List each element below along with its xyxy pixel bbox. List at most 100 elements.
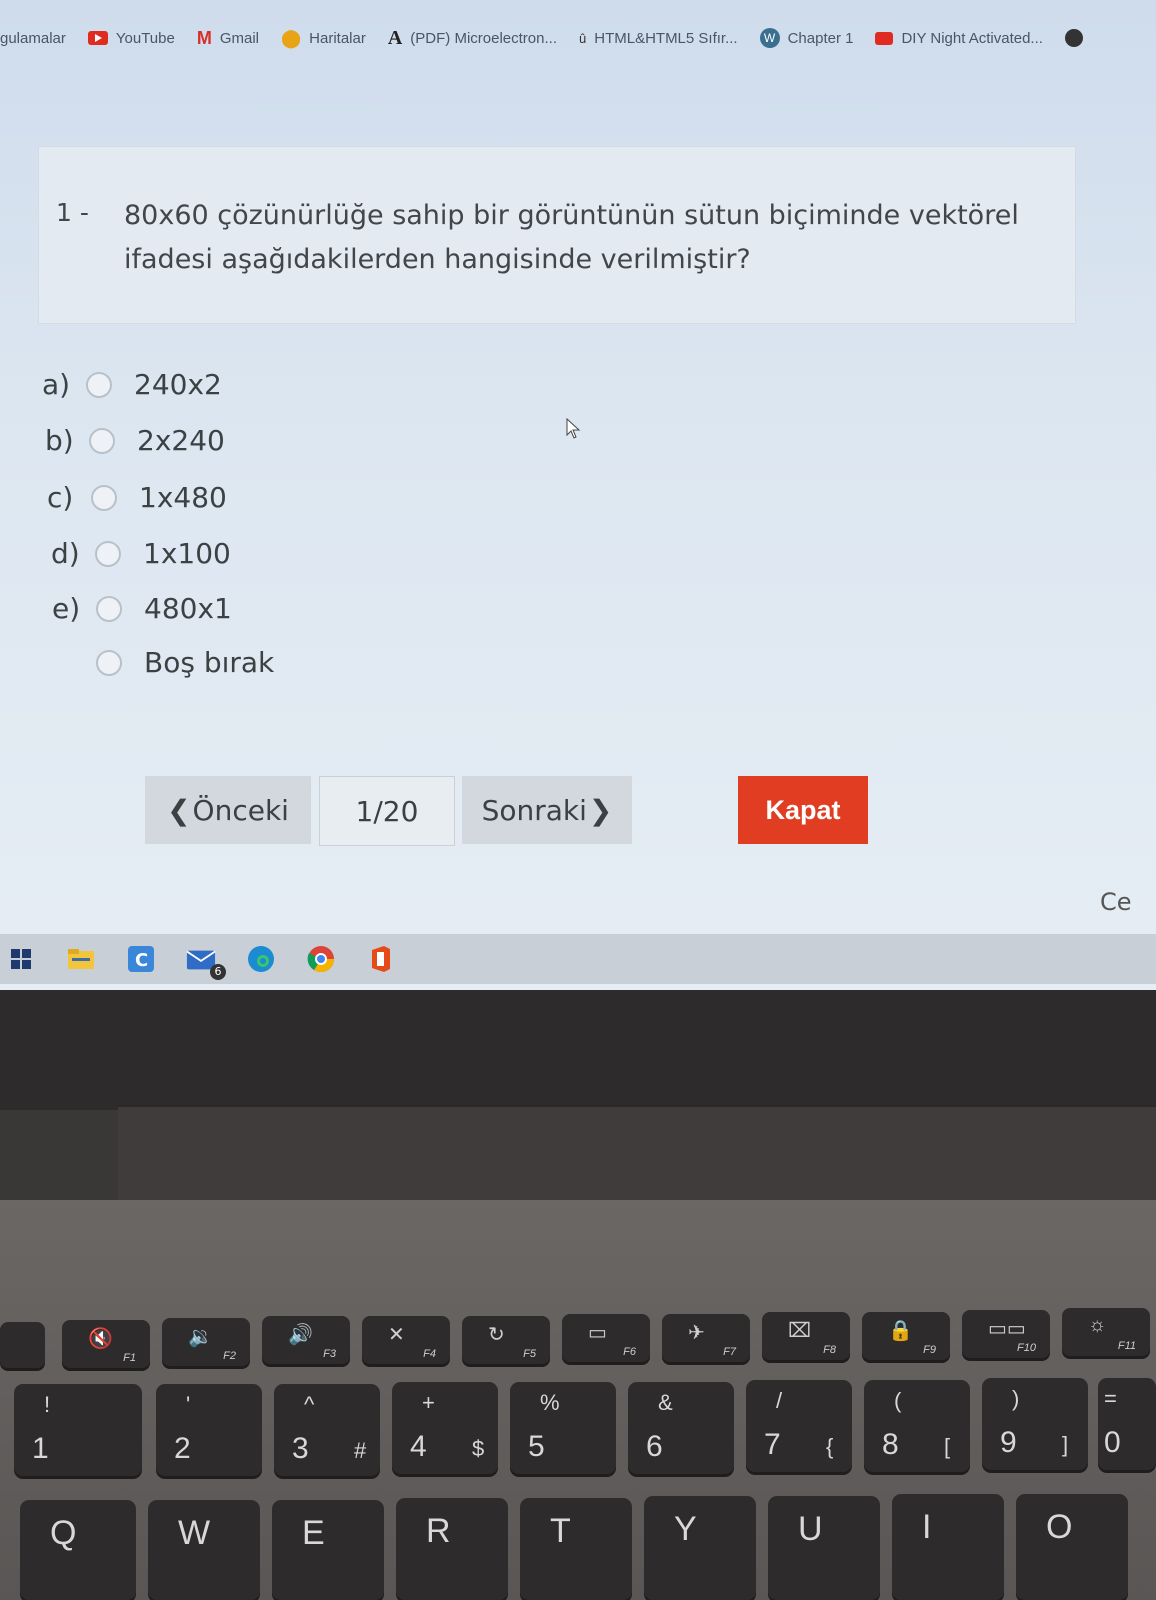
option-b[interactable]: b) 2x240 [45, 424, 225, 457]
key-9: ) 9 ] [982, 1378, 1088, 1470]
key-esc [0, 1322, 45, 1368]
previous-button[interactable]: ❮ Önceki [145, 776, 311, 844]
office-icon[interactable] [366, 944, 396, 974]
option-text: 2x240 [137, 424, 225, 457]
option-text: 1x480 [139, 481, 227, 514]
maps-pin-icon: ⬤ [281, 27, 302, 48]
gmail-icon: M [196, 27, 212, 48]
edge-icon[interactable] [246, 944, 276, 974]
option-text: 480x1 [144, 592, 232, 625]
radio-button[interactable] [86, 371, 112, 398]
option-letter: e) [52, 592, 81, 625]
option-e[interactable]: e) 480x1 [52, 592, 232, 625]
page-indicator: 1/20 [319, 776, 455, 846]
key-w: W [148, 1500, 260, 1600]
key-i: I [892, 1494, 1004, 1600]
key-f11: ☼ F11 [1062, 1308, 1150, 1356]
volume-down-icon: 🔉 [188, 1326, 213, 1348]
close-button[interactable]: Kapat [738, 776, 868, 844]
wordpress-icon: W [759, 28, 780, 48]
question-text: 80x60 çözünürlüğe sahip bir görüntünün s… [124, 200, 1019, 275]
key-u: U [768, 1496, 880, 1600]
key-r: R [396, 1498, 508, 1600]
radio-button[interactable] [96, 595, 122, 622]
bookmark-label: HTML&HTML5 Sıfır... [594, 29, 738, 47]
bookmark-label: DIY Night Activated... [901, 29, 1043, 47]
option-d[interactable]: d) 1x100 [51, 537, 231, 570]
option-leave-blank[interactable]: Boş bırak [52, 646, 274, 679]
file-explorer-icon[interactable] [66, 944, 96, 974]
bookmark-maps[interactable]: ⬤ Haritalar [281, 28, 366, 49]
key-1: ! 1 [14, 1384, 142, 1476]
volume-up-icon: 🔊 [288, 1324, 313, 1346]
key-8: ( 8 [ [864, 1380, 970, 1472]
bookmark-pdf-microelectron[interactable]: A (PDF) Microelectron... [388, 27, 557, 50]
laptop-hinge [118, 1105, 1156, 1207]
screen-bezel [0, 990, 1156, 1110]
radio-button[interactable] [96, 649, 122, 676]
option-letter: d) [51, 537, 80, 570]
bookmark-html5[interactable]: û HTML&HTML5 Sıfır... [579, 30, 738, 47]
bookmark-label: Chapter 1 [787, 29, 854, 47]
globe-icon[interactable] [1064, 29, 1083, 47]
key-2: ' 2 [156, 1384, 262, 1476]
key-f2: 🔉 F2 [162, 1318, 250, 1366]
option-letter: b) [45, 424, 74, 457]
key-f9: 🔒 F9 [862, 1312, 950, 1360]
question-number: 1 - [56, 198, 89, 227]
radio-button[interactable] [89, 427, 115, 454]
key-5: % 5 [510, 1382, 616, 1474]
youtube-icon [875, 31, 894, 45]
option-a[interactable]: a) 240x2 [42, 368, 222, 401]
bookmark-apps[interactable]: gulamalar [0, 30, 66, 47]
camera-off-icon: ⌧ [788, 1320, 812, 1342]
option-c[interactable]: c) 1x480 [47, 481, 227, 514]
option-letter: c) [47, 481, 74, 514]
clipped-text: Ce [1100, 888, 1132, 916]
key-7: / 7 { [746, 1380, 852, 1472]
key-f1: 🔇 F1 [62, 1320, 150, 1368]
option-letter: a) [42, 368, 71, 401]
lock-icon: 🔒 [888, 1320, 913, 1342]
key-f10: ▭▭ F10 [962, 1310, 1050, 1358]
refresh-icon: ↻ [488, 1324, 505, 1346]
key-f4: ✕ F4 [362, 1316, 450, 1364]
bookmark-chapter1[interactable]: W Chapter 1 [759, 28, 854, 48]
key-f3: 🔊 F3 [262, 1316, 350, 1364]
windows-start-icon[interactable] [6, 944, 36, 974]
bookmark-label: Gmail [219, 29, 259, 47]
c-app-icon[interactable]: C [126, 944, 156, 974]
youtube-icon [87, 31, 108, 45]
key-f6: ▭ F6 [562, 1314, 650, 1362]
key-o: O [1016, 1494, 1128, 1600]
touchpad-icon: ▭ [588, 1322, 607, 1344]
bookmark-youtube[interactable]: YouTube [87, 29, 175, 47]
svg-text:C: C [135, 950, 148, 971]
key-f7: ✈ F7 [662, 1314, 750, 1362]
mail-badge: 6 [210, 964, 226, 980]
previous-label: Önceki [192, 793, 289, 827]
chevron-left-icon: ❮ [167, 793, 191, 827]
browser-screen: gulamalar YouTube M Gmail ⬤ Haritalar A … [0, 0, 1156, 990]
radio-button[interactable] [95, 540, 121, 567]
radio-button[interactable] [91, 484, 117, 511]
bookmark-diy-night[interactable]: DIY Night Activated... [875, 29, 1043, 47]
key-6: & 6 [628, 1382, 734, 1474]
mail-icon[interactable]: 6 [186, 944, 226, 980]
mute-icon: 🔇 [88, 1328, 113, 1350]
key-f5: ↻ F5 [462, 1316, 550, 1364]
option-text: Boş bırak [144, 646, 275, 679]
key-t: T [520, 1498, 632, 1600]
key-y: Y [644, 1496, 756, 1600]
bookmark-label: YouTube [115, 29, 175, 47]
airplane-icon: ✈ [688, 1322, 705, 1344]
key-4: + 4 $ [392, 1382, 498, 1474]
bookmark-label: gulamalar [0, 29, 66, 47]
windows-taskbar: C 6 [0, 934, 1156, 984]
chrome-icon[interactable] [306, 944, 336, 974]
bookmark-gmail[interactable]: M Gmail [197, 28, 259, 49]
bookmark-label: (PDF) Microelectron... [410, 29, 557, 47]
next-button[interactable]: Sonraki ❯ [462, 776, 632, 844]
key-0: = 0 [1098, 1378, 1156, 1470]
next-label: Sonraki [481, 793, 587, 827]
